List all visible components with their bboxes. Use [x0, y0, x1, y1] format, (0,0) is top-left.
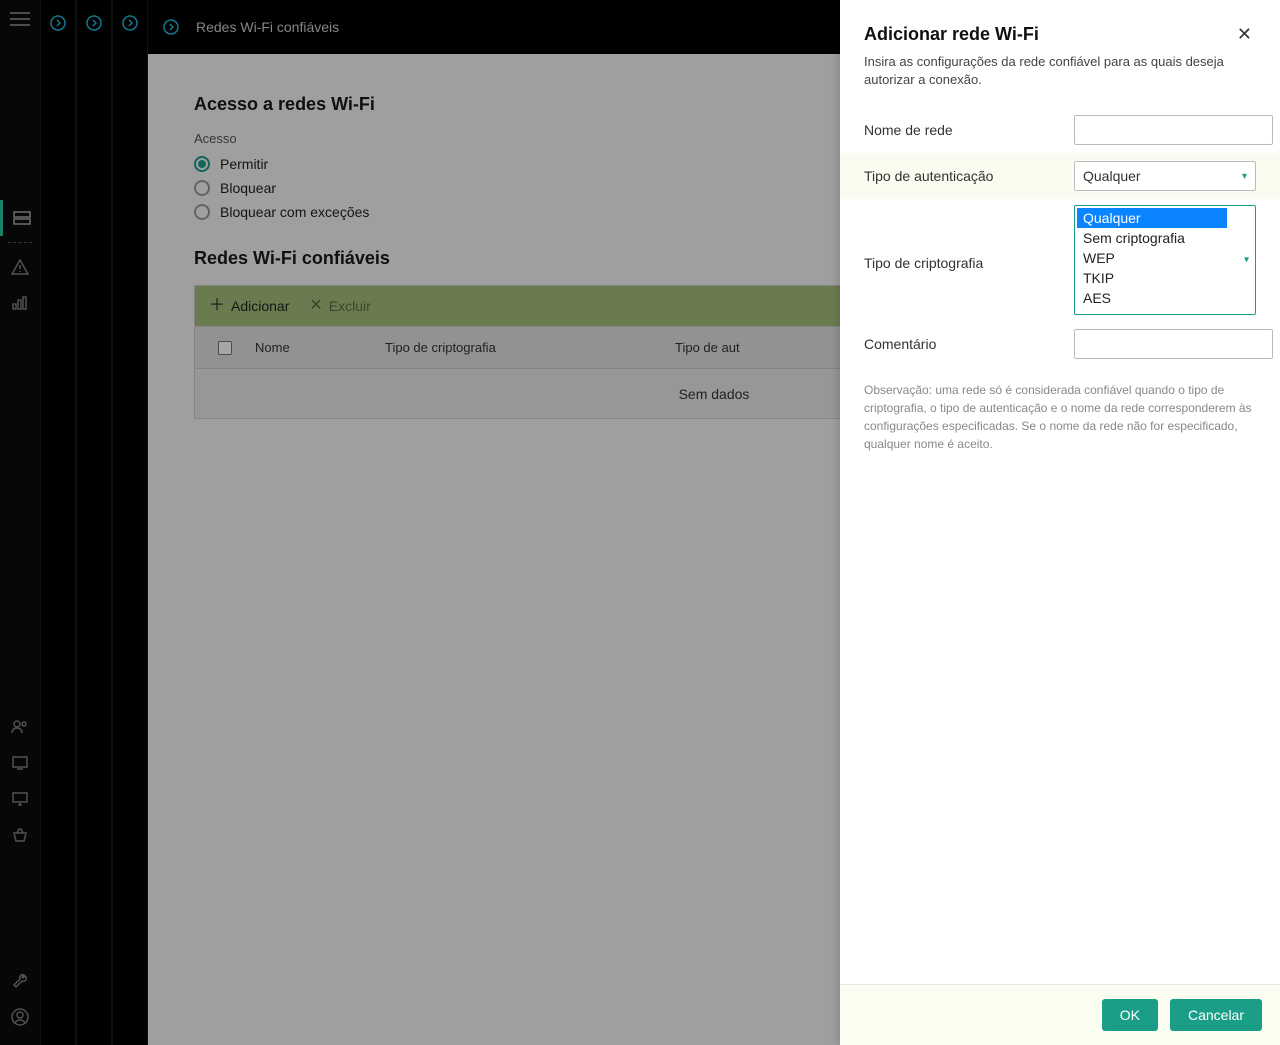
- breadcrumb-col-2[interactable]: [76, 0, 112, 1045]
- page-title: Redes Wi-Fi confiáveis: [196, 19, 339, 35]
- comment-label: Comentário: [864, 336, 1074, 352]
- net-name-input[interactable]: [1074, 115, 1273, 145]
- close-button[interactable]: ✕: [1233, 24, 1256, 45]
- rail-item-warning[interactable]: [0, 249, 40, 285]
- add-wifi-panel: Adicionar rede Wi-Fi ✕ Insira as configu…: [840, 0, 1280, 1045]
- crypto-type-label: Tipo de criptografia: [864, 205, 1074, 271]
- add-button[interactable]: ＋ Adicionar: [209, 298, 289, 314]
- rail-item-basket[interactable]: [0, 817, 40, 853]
- auth-type-select[interactable]: Qualquer ▾: [1074, 161, 1256, 191]
- menu-icon[interactable]: [10, 12, 30, 26]
- rail-divider: [8, 242, 32, 243]
- radio-allow-label: Permitir: [220, 156, 268, 172]
- col-crypto[interactable]: Tipo de criptografia: [385, 340, 675, 355]
- row-auth-type: Tipo de autenticação Qualquer ▾: [840, 153, 1280, 199]
- rail-item-chart[interactable]: [0, 285, 40, 321]
- rail-item-users[interactable]: [0, 709, 40, 745]
- delete-button[interactable]: ✕ Excluir: [309, 298, 370, 314]
- radio-block-label: Bloquear: [220, 180, 276, 196]
- comment-input[interactable]: [1074, 329, 1273, 359]
- chevron-down-icon: ▾: [1242, 171, 1247, 182]
- chevron-right-circle-icon: [85, 14, 103, 37]
- checkbox-all[interactable]: [195, 341, 255, 355]
- panel-subtitle: Insira as configurações da rede confiáve…: [864, 53, 1256, 89]
- chevron-right-circle-icon: [121, 14, 139, 37]
- col-name[interactable]: Nome: [255, 340, 385, 355]
- chevron-right-circle-icon: [162, 18, 180, 36]
- rail-item-monitor[interactable]: [0, 781, 40, 817]
- close-icon: ✕: [1237, 24, 1252, 44]
- breadcrumb-col-3[interactable]: [112, 0, 148, 1045]
- add-button-label: Adicionar: [231, 298, 289, 314]
- crypto-option[interactable]: Sem criptografia: [1077, 228, 1253, 248]
- auth-type-value: Qualquer: [1083, 168, 1141, 184]
- rail-item-1[interactable]: [0, 200, 40, 236]
- panel-note: Observação: uma rede só é considerada co…: [864, 381, 1256, 453]
- crypto-type-listbox[interactable]: Qualquer Sem criptografia WEP TKIP AES ▾: [1074, 205, 1256, 315]
- panel-title: Adicionar rede Wi-Fi: [864, 24, 1039, 45]
- radio-checked-icon: [194, 156, 210, 172]
- delete-button-label: Excluir: [329, 298, 371, 314]
- plus-icon: ＋: [209, 298, 225, 314]
- row-comment: Comentário: [864, 321, 1256, 367]
- ok-button[interactable]: OK: [1102, 999, 1158, 1031]
- radio-block-except-label: Bloquear com exceções: [220, 204, 369, 220]
- empty-text: Sem dados: [679, 386, 750, 402]
- rail-item-wrench[interactable]: [0, 963, 40, 999]
- chevron-down-icon: ▾: [1244, 255, 1249, 266]
- radio-unchecked-icon: [194, 204, 210, 220]
- crypto-option[interactable]: TKIP: [1077, 268, 1253, 288]
- breadcrumb-col-1[interactable]: [40, 0, 76, 1045]
- x-icon: ✕: [309, 298, 322, 314]
- net-name-label: Nome de rede: [864, 122, 1074, 138]
- rail-item-app[interactable]: [0, 745, 40, 781]
- left-rail: [0, 0, 40, 1045]
- chevron-right-circle-icon: [49, 14, 67, 37]
- crypto-option[interactable]: AES: [1077, 288, 1253, 308]
- radio-unchecked-icon: [194, 180, 210, 196]
- crypto-option[interactable]: WEP: [1077, 248, 1253, 268]
- rail-item-account[interactable]: [0, 999, 40, 1035]
- crypto-option[interactable]: Qualquer: [1077, 208, 1227, 228]
- panel-footer: OK Cancelar: [840, 984, 1280, 1045]
- auth-type-label: Tipo de autenticação: [864, 168, 1074, 184]
- row-net-name: Nome de rede: [864, 107, 1256, 153]
- cancel-button[interactable]: Cancelar: [1170, 999, 1262, 1031]
- col-auth[interactable]: Tipo de aut: [675, 340, 865, 355]
- row-crypto-type: Tipo de criptografia Qualquer Sem cripto…: [864, 199, 1256, 321]
